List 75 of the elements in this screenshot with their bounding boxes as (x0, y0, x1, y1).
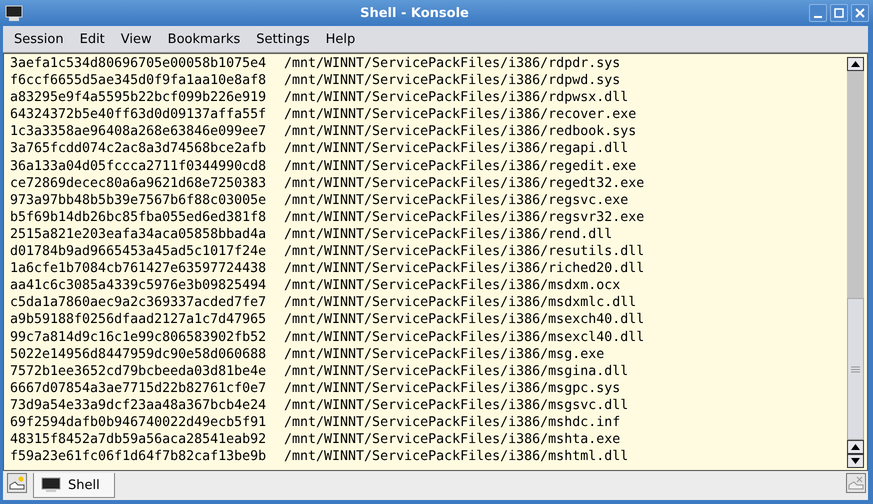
file-path: /mnt/WINNT/ServicePackFiles/i386/regapi.dll (284, 140, 628, 158)
file-path: /mnt/WINNT/ServicePackFiles/i386/mshdc.inf (284, 414, 620, 432)
hash-text: 48315f8452a7db59a56aca28541eab92 (10, 431, 268, 448)
hash-text: 973a97bb48b5b39e7567b6f88c03005e (10, 192, 268, 209)
close-button[interactable] (851, 4, 869, 22)
hash-text: 1c3a3358ae96408a268e63846e099ee7 (10, 123, 268, 140)
menu-item[interactable]: Edit (72, 28, 113, 50)
file-path: /mnt/WINNT/ServicePackFiles/i386/msexcl40.dll (284, 328, 644, 346)
up-arrow-icon (851, 61, 860, 67)
hash-text: b5f69b14db26bc85fba055ed6ed381f8 (10, 208, 268, 226)
maximize-button[interactable] (830, 4, 848, 22)
menu-item[interactable]: Help (318, 28, 364, 50)
menu-item[interactable]: View (112, 28, 160, 50)
file-path: /mnt/WINNT/ServicePackFiles/i386/msgsvc.dll (284, 396, 628, 414)
hash-text: 73d9a54e33a9dcf23aa48a367bcb4e24 (10, 396, 268, 414)
file-path: /mnt/WINNT/ServicePackFiles/i386/mshtml.dll (284, 448, 628, 466)
scrollbar-thumb[interactable] (847, 298, 864, 440)
file-path: /mnt/WINNT/ServicePackFiles/i386/msdxm.ocx (284, 277, 620, 294)
file-path: /mnt/WINNT/ServicePackFiles/i386/regedt32.exe (284, 174, 644, 192)
file-path: /mnt/WINNT/ServicePackFiles/i386/resutils.dll (284, 243, 644, 260)
hash-text: 3aefa1c534d80696705e00058b1075e4 (10, 55, 268, 72)
new-session-icon (9, 476, 25, 490)
hash-text: a9b59188f0256dfaad2127a1c7d47965 (10, 311, 268, 328)
file-path: /mnt/WINNT/ServicePackFiles/i386/msgpc.sys (284, 380, 620, 397)
hash-text: 5022e14956d8447959dc90e58d060688 (10, 346, 268, 363)
hash-text: d01784b9ad9665453a45ad5c1017f24e (10, 243, 268, 260)
hash-text: 6667d07854a3ae7715d22b82761cf0e7 (10, 380, 268, 397)
hash-text: 69f2594dafb0b946740022d49ecb5f91 (10, 414, 268, 432)
up-arrow-icon (851, 444, 860, 450)
menu-item[interactable]: Session (6, 28, 72, 50)
minimize-icon (814, 16, 822, 18)
file-path: /mnt/WINNT/ServicePackFiles/i386/rdpwd.sys (284, 72, 620, 90)
scroll-up-button[interactable] (847, 57, 864, 71)
scroll-down-button[interactable] (847, 454, 864, 468)
file-path: /mnt/WINNT/ServicePackFiles/i386/rdpwsx.dll (284, 89, 628, 106)
hash-text: f59a23e61fc06f1d64f7b82caf13be9b (10, 448, 268, 466)
maximize-icon (834, 8, 844, 18)
minimize-button[interactable] (809, 4, 827, 22)
hash-text: aa41c6c3085a4339c5976e3b09825494 (10, 277, 268, 294)
hash-text: f6ccf6655d5ae345d0f9fa1aa10e8af8 (10, 72, 268, 90)
hash-text: 36a133a04d05fccca2711f0344990cd8 (10, 158, 268, 175)
menu-item[interactable]: Bookmarks (160, 28, 248, 50)
close-session-icon (848, 476, 864, 490)
terminal-icon (5, 4, 23, 22)
file-path: /mnt/WINNT/ServicePackFiles/i386/riched20.dll (284, 260, 644, 278)
file-path: /mnt/WINNT/ServicePackFiles/i386/recover.exe (284, 106, 636, 124)
hash-text: 99c7a814d9c16c1e99c806583902fb52 (10, 328, 268, 346)
hash-text: c5da1a7860aec9a2c369337acded7fe7 (10, 294, 268, 312)
terminal-icon (40, 477, 62, 493)
hash-text: 7572b1ee3652cd79bcbeeda03d81be4e (10, 362, 268, 380)
file-path: /mnt/WINNT/ServicePackFiles/i386/redbook.sys (284, 123, 636, 140)
file-path: /mnt/WINNT/ServicePackFiles/i386/rdpdr.sys (284, 55, 620, 72)
hash-text: 2515a821e203eafa34aca05858bbad4a (10, 226, 268, 244)
session-tab[interactable]: Shell (33, 473, 115, 498)
file-path: /mnt/WINNT/ServicePackFiles/i386/msgina.dll (284, 362, 628, 380)
hash-text: 3a765fcdd074c2ac8a3d74568bce2afb (10, 140, 268, 158)
menu-item[interactable]: Settings (248, 28, 318, 50)
hash-text: a83295e9f4a5595b22bcf099b226e919 (10, 89, 268, 106)
hash-text: 64324372b5e40ff63d0d09137affa55f (10, 106, 268, 124)
file-path: /mnt/WINNT/ServicePackFiles/i386/msexch40.dll (284, 311, 644, 328)
down-arrow-icon (851, 458, 860, 464)
close-session-button[interactable] (846, 473, 866, 493)
file-path: /mnt/WINNT/ServicePackFiles/i386/regsvc.exe (284, 192, 628, 209)
file-path: /mnt/WINNT/ServicePackFiles/i386/msg.exe (284, 346, 604, 363)
hash-text: ce72869decec80a6a9621d68e7250383 (10, 174, 268, 192)
file-path: /mnt/WINNT/ServicePackFiles/i386/regedit.exe (284, 158, 636, 175)
file-path: /mnt/WINNT/ServicePackFiles/i386/mshta.exe (284, 431, 620, 448)
file-path: /mnt/WINNT/ServicePackFiles/i386/msdxmlc.dll (284, 294, 636, 312)
new-session-button[interactable] (7, 473, 27, 493)
close-icon (855, 8, 865, 18)
file-path: /mnt/WINNT/ServicePackFiles/i386/rend.dll (284, 226, 612, 244)
hash-text: 1a6cfe1b7084cb761427e63597724438 (10, 260, 268, 278)
file-path: /mnt/WINNT/ServicePackFiles/i386/regsvr32.exe (284, 208, 644, 226)
scroll-up-button[interactable] (847, 440, 864, 454)
window-title: Shell - Konsole (359, 6, 470, 20)
